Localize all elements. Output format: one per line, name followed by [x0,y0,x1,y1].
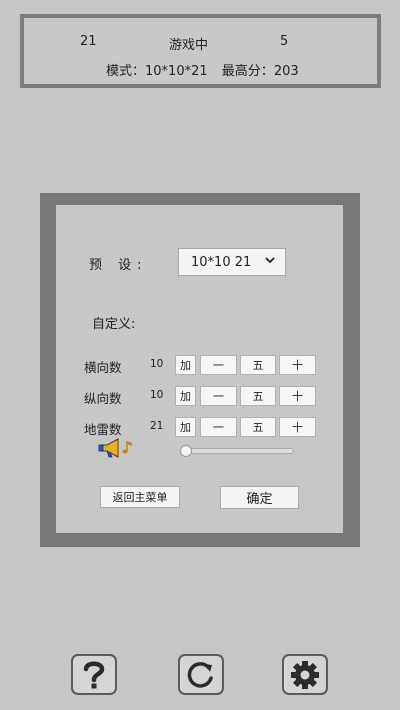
mode-info: 模式：10*10*21 [106,64,208,79]
mode-value: 10*10*21 [145,64,208,79]
preset-label: 预 设: [89,258,148,273]
chevron-down-icon [264,254,276,269]
height-five-button[interactable]: 五 [240,386,276,406]
preset-selected-value: 10*10 21 [191,254,252,270]
question-icon [79,659,109,691]
help-button[interactable] [71,654,117,695]
game-state: 游戏中 [169,38,209,53]
row-width-value: 10 [150,358,164,370]
mines-add-button[interactable]: 加 [175,417,196,437]
width-ten-button[interactable]: 十 [279,355,316,375]
settings-dialog: 预 设: 10*10 21 自定义: 横向数 10 加 一 五 十 纵向数 10… [56,205,343,533]
width-add-button[interactable]: 加 [175,355,196,375]
status-panel: 21 游戏中 5 模式：10*10*21 最高分：203 [20,14,381,88]
row-mines-value: 21 [150,420,164,432]
custom-label: 自定义: [92,317,136,332]
row-mines-label: 地雷数 [84,422,122,437]
height-minus-one-button[interactable]: 一 [200,386,237,406]
row-height: 纵向数 10 加 一 五 十 [84,386,342,406]
row-width: 横向数 10 加 一 五 十 [84,355,342,375]
row-height-value: 10 [150,389,164,401]
preset-dropdown[interactable]: 10*10 21 [178,248,286,276]
height-ten-button[interactable]: 十 [279,386,316,406]
volume-slider[interactable] [180,445,294,457]
right-counter: 5 [280,34,289,49]
best-label: 最高分： [221,64,274,79]
confirm-button[interactable]: 确定 [220,486,299,509]
height-add-button[interactable]: 加 [175,386,196,406]
best-value: 203 [273,64,299,79]
best-info: 最高分：203 [222,64,299,79]
refresh-icon [185,659,217,691]
row-mines: 地雷数 21 加 一 五 十 [84,417,342,437]
width-five-button[interactable]: 五 [240,355,276,375]
mines-minus-one-button[interactable]: 一 [200,417,237,437]
mode-label: 模式： [106,64,146,79]
megaphone-music-icon [98,437,136,459]
row-width-label: 横向数 [84,360,122,375]
settings-button[interactable] [282,654,328,695]
status-info-line: 模式：10*10*21 最高分：203 [106,60,309,79]
mines-ten-button[interactable]: 十 [279,417,316,437]
settings-dialog-frame: 预 设: 10*10 21 自定义: 横向数 10 加 一 五 十 纵向数 10… [40,193,360,547]
back-to-main-menu-button[interactable]: 返回主菜单 [100,486,180,508]
restart-button[interactable] [178,654,224,695]
mines-five-button[interactable]: 五 [240,417,276,437]
left-counter: 21 [80,34,97,49]
volume-slider-handle[interactable] [180,445,192,457]
row-height-label: 纵向数 [84,391,122,406]
width-minus-one-button[interactable]: 一 [200,355,237,375]
gear-icon [289,659,321,691]
